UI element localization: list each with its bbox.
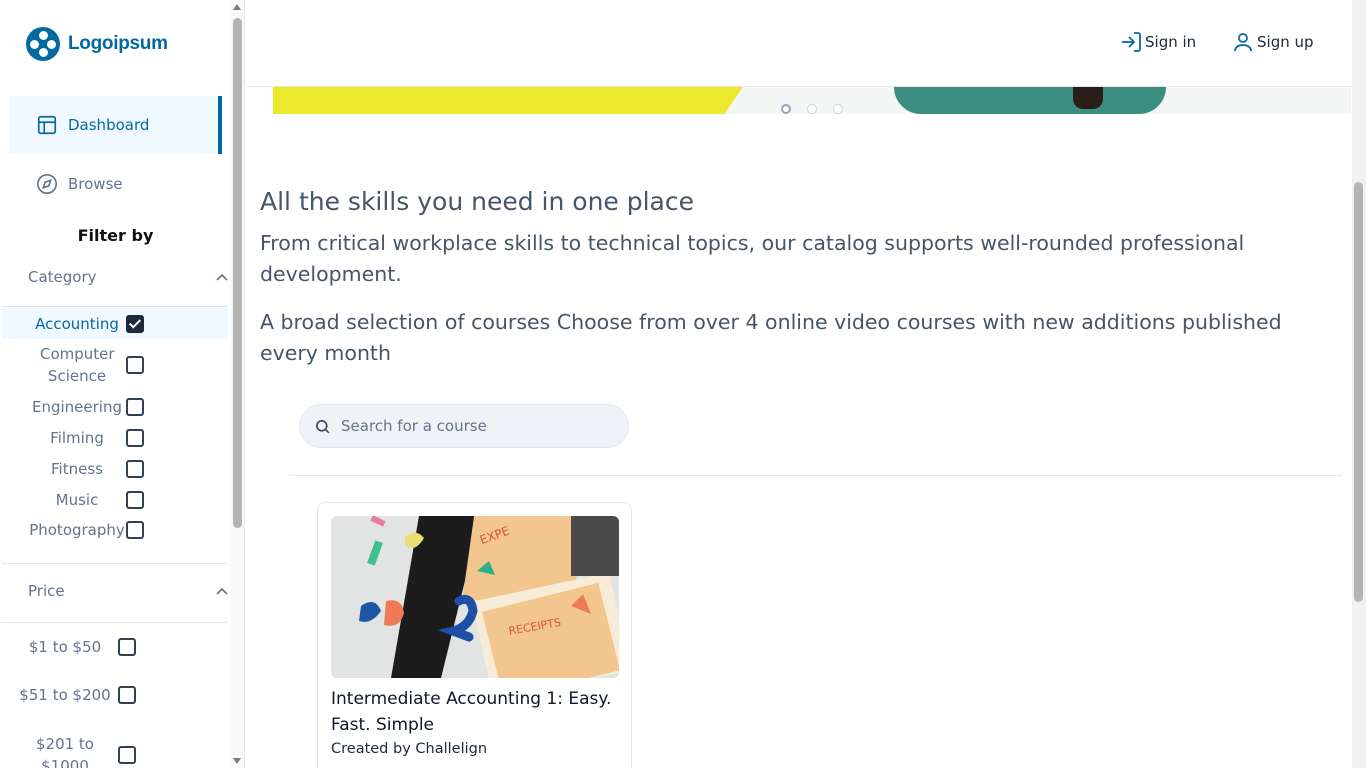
- nav-item-browse[interactable]: Browse: [9, 155, 222, 213]
- top-bar: Sign in Sign up: [246, 0, 1352, 87]
- sign-up-label: Sign up: [1257, 33, 1314, 51]
- divider: [2, 622, 228, 623]
- price-option-51-200[interactable]: $51 to $200: [12, 684, 212, 706]
- price-checkbox[interactable]: [118, 746, 136, 764]
- course-thumbnail[interactable]: EXPE RECEIPTS: [331, 516, 619, 678]
- brand-logo[interactable]: Logoipsum: [26, 27, 168, 61]
- course-title[interactable]: Intermediate Accounting 1: Easy. Fast. S…: [331, 686, 621, 738]
- sign-in-button[interactable]: Sign in: [1119, 30, 1196, 54]
- course-thumbnail-image: EXPE RECEIPTS: [331, 516, 619, 678]
- dashboard-icon: [37, 115, 57, 135]
- main-scrollbar-thumb[interactable]: [1354, 182, 1363, 602]
- hero-person-image: [894, 87, 1166, 114]
- chevron-up-icon: [216, 587, 228, 595]
- filter-title: Filter by: [77, 226, 154, 245]
- category-checkbox[interactable]: [126, 460, 144, 478]
- sign-up-button[interactable]: Sign up: [1231, 30, 1314, 54]
- nav-item-label: Dashboard: [68, 116, 150, 134]
- search-icon: [316, 419, 330, 433]
- sidebar-scrollbar-thumb[interactable]: [233, 18, 242, 528]
- category-option-photography[interactable]: Photography: [2, 519, 228, 541]
- nav-item-label: Browse: [68, 175, 123, 193]
- category-checkbox[interactable]: [126, 314, 144, 333]
- category-section-label: Category: [28, 268, 97, 286]
- carousel-dot[interactable]: [833, 104, 843, 114]
- divider: [2, 306, 228, 307]
- course-author: Created by Challelign: [331, 741, 488, 757]
- chevron-up-icon: [216, 273, 228, 281]
- course-search[interactable]: [299, 404, 629, 448]
- page-description: A broad selection of courses Choose from…: [260, 310, 1282, 365]
- category-option-fitness[interactable]: Fitness: [2, 458, 228, 480]
- sign-in-icon: [1122, 32, 1141, 52]
- category-option-music[interactable]: Music: [2, 489, 228, 511]
- category-option-filming[interactable]: Filming: [2, 427, 228, 449]
- category-option-engineering[interactable]: Engineering: [2, 396, 228, 418]
- page-subtitle: From critical workplace skills to techni…: [260, 231, 1245, 286]
- category-section-header[interactable]: Category: [28, 268, 228, 286]
- sign-in-label: Sign in: [1145, 33, 1197, 51]
- search-input[interactable]: [341, 417, 601, 435]
- hero-yellow-shape: [273, 87, 743, 114]
- price-option-1-50[interactable]: $1 to $50: [12, 636, 212, 658]
- category-checkbox[interactable]: [126, 356, 144, 374]
- scroll-down-arrow-icon[interactable]: [233, 758, 241, 764]
- price-option-label: $1 to $50: [28, 638, 102, 656]
- price-option-label: $201 to $1000: [35, 735, 94, 768]
- app-root: Logoipsum Dashboard Browse Filter by Cat…: [0, 0, 1366, 768]
- carousel-dots: [781, 104, 843, 114]
- nav-item-dashboard[interactable]: Dashboard: [9, 96, 222, 154]
- divider: [2, 563, 228, 564]
- category-checkbox[interactable]: [126, 521, 144, 539]
- category-option-accounting[interactable]: Accounting: [2, 308, 228, 339]
- category-option-computer-science[interactable]: Computer Science: [2, 343, 228, 387]
- hero-person-hair: [1073, 87, 1103, 109]
- category-checkbox[interactable]: [126, 429, 144, 447]
- sidebar: Logoipsum Dashboard Browse Filter by Cat…: [0, 0, 245, 768]
- compass-icon: [37, 174, 57, 194]
- page-title: All the skills you need in one place: [260, 187, 694, 216]
- brand-name: Logoipsum: [68, 33, 168, 54]
- logo-mark-icon: [26, 27, 60, 61]
- carousel-dot[interactable]: [781, 104, 791, 114]
- category-checkbox[interactable]: [126, 398, 144, 416]
- price-checkbox[interactable]: [118, 638, 136, 656]
- course-card[interactable]: EXPE RECEIPTS Intermediate Accounting 1:…: [317, 502, 632, 768]
- category-checkbox[interactable]: [126, 491, 144, 509]
- price-option-201-1000[interactable]: $201 to $1000: [12, 733, 212, 768]
- price-section-header[interactable]: Price: [28, 582, 228, 600]
- content-divider: [289, 475, 1342, 476]
- price-checkbox[interactable]: [118, 686, 136, 704]
- scroll-up-arrow-icon[interactable]: [233, 4, 241, 10]
- carousel-dot[interactable]: [807, 104, 817, 114]
- price-section-label: Price: [28, 582, 65, 600]
- price-option-label: $51 to $200: [19, 686, 111, 704]
- user-icon: [1234, 33, 1252, 52]
